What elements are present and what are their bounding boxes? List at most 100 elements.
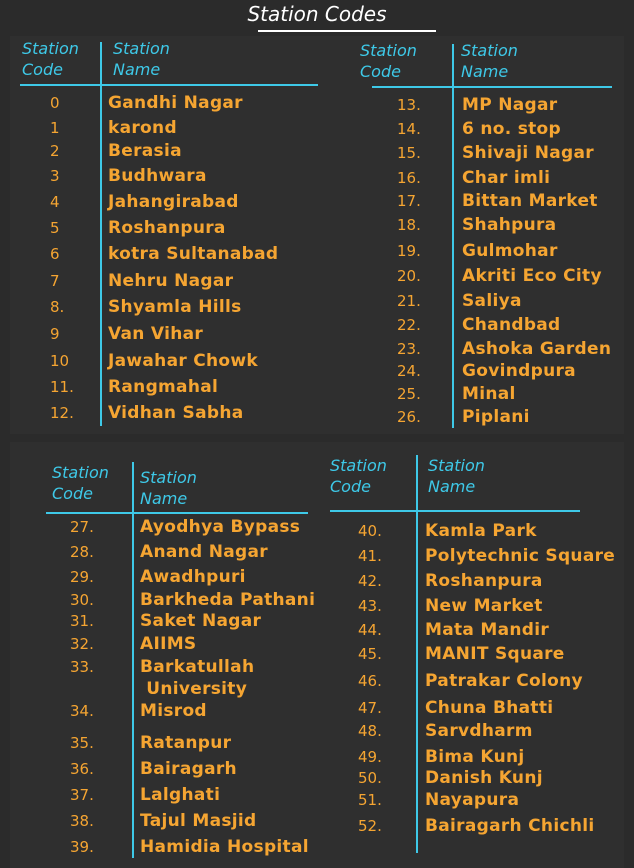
station-name: Minal (462, 384, 516, 404)
station-code: 0 (50, 94, 60, 112)
t4-name-header: Station Name (428, 456, 485, 496)
station-name: Hamidia Hospital (140, 837, 309, 857)
station-code: 2 (50, 142, 60, 160)
station-code: 8. (50, 298, 65, 316)
station-name: Ayodhya Bypass (140, 517, 301, 537)
station-name: Barkheda Pathani (140, 590, 316, 610)
station-name: Awadhpuri (140, 567, 246, 587)
station-code: 36. (70, 760, 94, 778)
station-code: 44. (358, 621, 382, 639)
station-name: Danish Kunj (425, 768, 543, 788)
station-code: 25. (397, 385, 421, 403)
t3-header-rule (46, 512, 308, 514)
station-code: 11. (50, 378, 74, 396)
t3-code-header: Station Code (52, 463, 109, 503)
station-code: 43. (358, 597, 382, 615)
station-code: 40. (358, 522, 382, 540)
station-code: 6 (50, 245, 60, 263)
station-name: Tajul Masjid (140, 811, 257, 831)
station-name: AIIMS (140, 634, 197, 654)
station-name: Patrakar Colony (425, 671, 583, 691)
station-code: 49. (358, 748, 382, 766)
t1-code-header: Station Code (22, 39, 79, 79)
station-name: Budhwara (108, 166, 207, 186)
station-name: Gulmohar (462, 241, 558, 261)
station-name: Shahpura (462, 215, 557, 235)
station-code: 15. (397, 144, 421, 162)
t3-name-header: Station Name (140, 468, 197, 508)
station-code: 26. (397, 408, 421, 426)
station-code: 32. (70, 635, 94, 653)
station-code: 46. (358, 672, 382, 690)
station-code: 5 (50, 219, 60, 237)
t2-code-header: Station Code (360, 41, 417, 81)
title-underline (258, 30, 436, 32)
station-name: Roshanpura (108, 218, 226, 238)
station-code: 47. (358, 699, 382, 717)
station-code: 24. (397, 362, 421, 380)
station-name: Chandbad (462, 315, 561, 335)
station-code: 33. (70, 658, 94, 676)
station-name: Jawahar Chowk (108, 351, 259, 371)
station-name: Barkatullah University (140, 657, 255, 699)
station-code: 45. (358, 645, 382, 663)
station-code: 41. (358, 547, 382, 565)
station-name: Van Vihar (108, 324, 204, 344)
station-name: MANIT Square (425, 644, 565, 664)
station-code: 12. (50, 404, 74, 422)
station-name: Gandhi Nagar (108, 93, 243, 113)
t4-column-divider (416, 455, 418, 853)
station-name: Char imli (462, 168, 551, 188)
station-name: karond (108, 118, 177, 138)
station-name: Roshanpura (425, 571, 543, 591)
station-code: 1 (50, 119, 60, 137)
station-name: Bima Kunj (425, 747, 525, 767)
station-name: Anand Nagar (140, 542, 268, 562)
station-code: 30. (70, 591, 94, 609)
station-name: Nehru Nagar (108, 271, 234, 291)
t3-column-divider (132, 462, 134, 858)
t4-code-header: Station Code (330, 456, 387, 496)
station-code: 9 (50, 325, 60, 343)
station-name: Bairagarh (140, 759, 237, 779)
station-code: 13. (397, 96, 421, 114)
t1-name-header: Station Name (113, 39, 170, 79)
station-name: Mata Mandir (425, 620, 550, 640)
station-code: 3 (50, 167, 60, 185)
station-code: 16. (397, 169, 421, 187)
station-name: Misrod (140, 701, 207, 721)
station-code: 28. (70, 543, 94, 561)
station-name: Saket Nagar (140, 611, 262, 631)
station-name: Shyamla Hills (108, 297, 242, 317)
station-name: 6 no. stop (462, 119, 561, 139)
station-name: Vidhan Sabha (108, 403, 244, 423)
t2-column-divider (452, 44, 454, 428)
station-code: 19. (397, 242, 421, 260)
t2-name-header: Station Name (461, 41, 518, 81)
station-code: 52. (358, 817, 382, 835)
station-name: Ashoka Garden (462, 339, 612, 359)
station-name: kotra Sultanabad (108, 244, 279, 264)
station-name: Nayapura (425, 790, 520, 810)
station-name: Sarvdharm (425, 721, 533, 741)
station-name: Polytechnic Square (425, 546, 616, 566)
station-code: 18. (397, 216, 421, 234)
station-code: 14. (397, 120, 421, 138)
station-name: Jahangirabad (108, 192, 239, 212)
station-code: 17. (397, 192, 421, 210)
station-code: 20. (397, 267, 421, 285)
station-code: 22. (397, 316, 421, 334)
station-code: 23. (397, 340, 421, 358)
station-name: New Market (425, 596, 543, 616)
station-name: Govindpura (462, 361, 576, 381)
station-name: Chuna Bhatti (425, 698, 554, 718)
station-name: Ratanpur (140, 733, 232, 753)
station-code: 37. (70, 786, 94, 804)
station-code: 35. (70, 734, 94, 752)
station-code: 34. (70, 702, 94, 720)
station-code: 7 (50, 272, 60, 290)
station-code: 21. (397, 292, 421, 310)
station-name: Bairagarh Chichli (425, 816, 595, 836)
station-name: Saliya (462, 291, 522, 311)
station-code: 48. (358, 722, 382, 740)
